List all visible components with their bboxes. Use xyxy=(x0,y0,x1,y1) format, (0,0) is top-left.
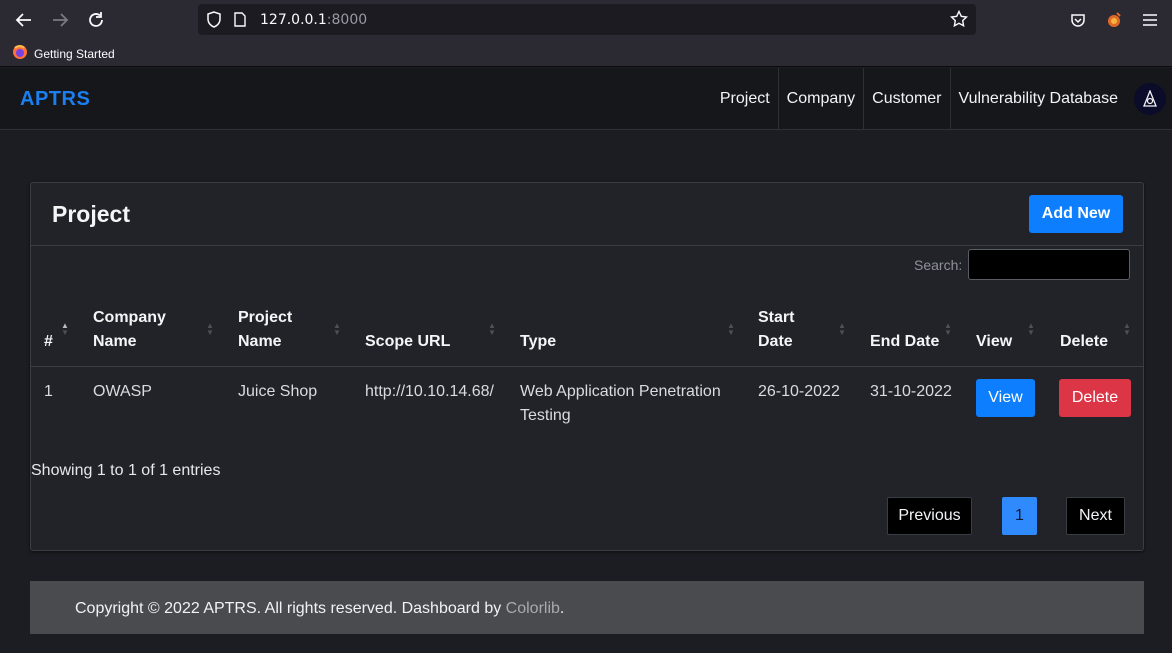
back-icon[interactable] xyxy=(12,8,36,32)
nav-link-project[interactable]: Project xyxy=(712,68,779,129)
sort-icon[interactable]: ▲ ▼ xyxy=(838,322,846,337)
next-button[interactable]: Next xyxy=(1066,497,1125,535)
cell-scope-url: http://10.10.14.68/ xyxy=(365,383,494,400)
th-type[interactable]: Type xyxy=(520,330,556,354)
nav-link-vulnerability-database[interactable]: Vulnerability Database xyxy=(951,68,1127,129)
page-1-button[interactable]: 1 xyxy=(1002,497,1037,535)
search-input[interactable] xyxy=(968,249,1130,280)
view-button[interactable]: View xyxy=(976,379,1035,417)
project-card: Project Add New Search: # ▲ ▼ Company Name… xyxy=(30,182,1144,551)
sort-icon[interactable]: ▲ ▼ xyxy=(488,322,496,337)
nav-link-company[interactable]: Company xyxy=(779,68,865,129)
page-icon xyxy=(234,12,246,32)
cell-start-date: 26-10-2022 xyxy=(758,383,840,400)
sort-icon[interactable]: ▲ ▼ xyxy=(206,322,214,337)
cell-num: 1 xyxy=(44,383,53,400)
forward-icon[interactable] xyxy=(48,8,72,32)
colorlib-link[interactable]: Colorlib xyxy=(506,600,560,617)
add-new-button[interactable]: Add New xyxy=(1029,195,1123,233)
table-divider xyxy=(31,366,1143,367)
th-company-name[interactable]: Company Name xyxy=(93,306,166,354)
sort-icon[interactable]: ▲ ▼ xyxy=(333,322,341,337)
page-title: Project xyxy=(52,201,130,227)
nav-link-customer[interactable]: Customer xyxy=(864,68,951,129)
brand-logo[interactable]: APTRS xyxy=(20,88,90,111)
user-avatar[interactable] xyxy=(1134,83,1166,115)
bookmarks-bar: Getting Started xyxy=(0,40,1172,67)
sort-icon[interactable]: ▲ ▼ xyxy=(727,322,735,337)
th-end-date[interactable]: End Date xyxy=(870,330,939,354)
shield-icon[interactable] xyxy=(206,11,222,33)
footer: Copyright © 2022 APTRS. All rights reser… xyxy=(30,581,1144,634)
firefox-icon xyxy=(12,44,28,63)
table-info: Showing 1 to 1 of 1 entries xyxy=(31,462,221,479)
avatar-icon xyxy=(1143,90,1157,107)
sort-icon[interactable]: ▲ ▼ xyxy=(61,322,69,337)
menu-icon[interactable] xyxy=(1138,8,1162,32)
bookmark-getting-started[interactable]: Getting Started xyxy=(12,44,115,63)
nav-links: Project Company Customer Vulnerability D… xyxy=(712,68,1126,129)
bookmark-star-icon[interactable] xyxy=(949,9,969,33)
th-project-name[interactable]: Project Name xyxy=(238,306,292,354)
th-delete[interactable]: Delete xyxy=(1060,330,1108,354)
th-start-date[interactable]: Start Date xyxy=(758,306,794,354)
browser-toolbar: 127.0.0.1:8000 xyxy=(0,0,1172,40)
previous-button[interactable]: Previous xyxy=(887,497,972,535)
url-bar[interactable]: 127.0.0.1:8000 xyxy=(198,4,976,35)
delete-button[interactable]: Delete xyxy=(1059,379,1131,417)
sort-icon[interactable]: ▲ ▼ xyxy=(1123,322,1131,337)
copyright-text: Copyright © 2022 APTRS. All rights reser… xyxy=(75,600,565,617)
cell-end-date: 31-10-2022 xyxy=(870,383,952,400)
card-header: Project Add New xyxy=(31,183,1143,246)
sort-icon[interactable]: ▲ ▼ xyxy=(1027,322,1035,337)
th-scope-url[interactable]: Scope URL xyxy=(365,330,450,354)
cell-company: OWASP xyxy=(93,383,152,400)
reload-icon[interactable] xyxy=(84,8,108,32)
cell-type: Web Application Penetration Testing xyxy=(520,383,721,424)
extension-icon[interactable] xyxy=(1102,8,1126,32)
search-label: Search: xyxy=(914,257,963,273)
th-view[interactable]: View xyxy=(976,330,1012,354)
app-navbar: APTRS Project Company Customer Vulnerabi… xyxy=(0,68,1172,130)
th-num[interactable]: # xyxy=(44,330,53,354)
sort-icon[interactable]: ▲ ▼ xyxy=(944,322,952,337)
cell-project: Juice Shop xyxy=(238,383,318,400)
url-text[interactable]: 127.0.0.1:8000 xyxy=(260,12,367,28)
pocket-icon[interactable] xyxy=(1066,8,1090,32)
